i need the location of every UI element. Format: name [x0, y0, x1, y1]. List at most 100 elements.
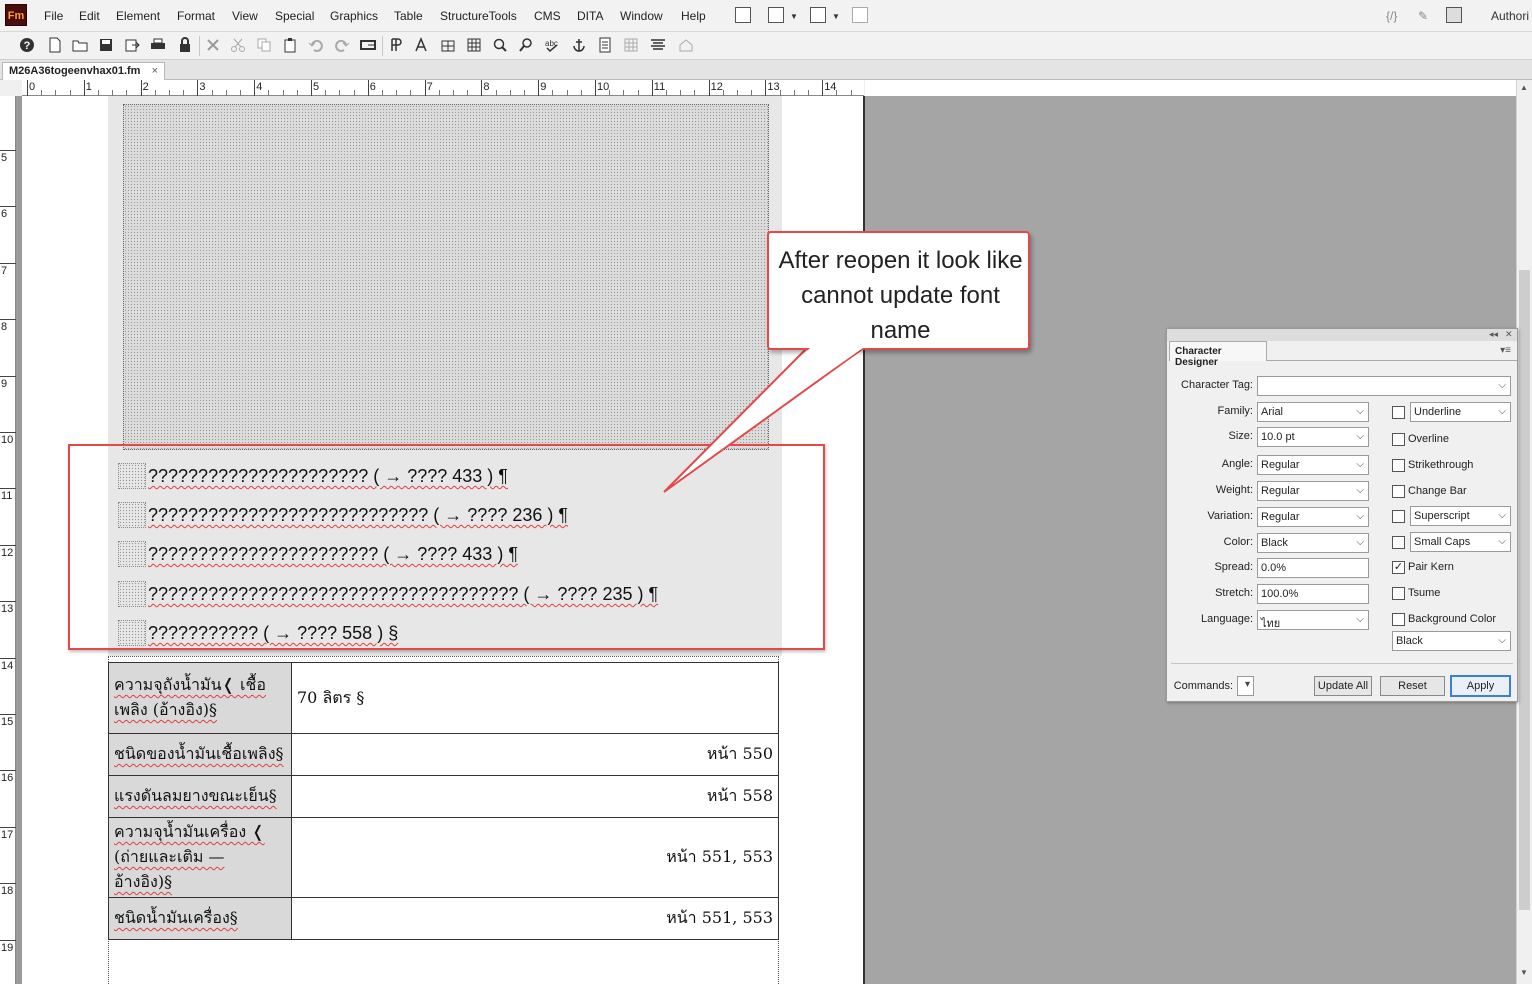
update-all-button[interactable]: Update All: [1314, 676, 1372, 696]
table-cell-label[interactable]: แรงดันลมยางขณะเย็น§: [108, 775, 292, 818]
save-icon[interactable]: [98, 37, 114, 53]
menu-file[interactable]: File: [44, 9, 63, 23]
overline-checkbox[interactable]: [1392, 433, 1405, 446]
commands-dropdown[interactable]: ▾: [1237, 676, 1254, 696]
background-color-select[interactable]: Black ⌵: [1392, 631, 1511, 651]
copy-icon[interactable]: [256, 37, 272, 53]
menu-window[interactable]: Window: [620, 9, 663, 23]
undo-icon[interactable]: [308, 37, 324, 53]
chevron-down-icon[interactable]: ⌵: [1498, 380, 1506, 391]
panel-menu-icon[interactable]: ▾≡: [1500, 345, 1511, 356]
menu-special[interactable]: Special: [275, 9, 314, 23]
paragraph-format-icon[interactable]: [389, 37, 405, 53]
home-icon[interactable]: [678, 37, 694, 53]
scroll-down-icon[interactable]: ▼: [1520, 968, 1528, 977]
redo-last-icon[interactable]: [360, 37, 376, 53]
menu-cms[interactable]: CMS: [534, 9, 561, 23]
table-insert-icon[interactable]: [466, 37, 482, 53]
chevron-down-icon[interactable]: ⌵: [1356, 459, 1364, 470]
anchored-graphic-frame[interactable]: [123, 104, 769, 450]
background-color-checkbox[interactable]: [1392, 613, 1405, 626]
variation-select[interactable]: Regular ⌵: [1257, 507, 1369, 527]
author-view-label[interactable]: Authori: [1491, 9, 1529, 23]
size-select[interactable]: 10.0 pt ⌵: [1257, 427, 1369, 447]
structure-view-icon[interactable]: [852, 7, 868, 23]
spelling-check-icon[interactable]: abc: [544, 37, 560, 53]
pencil-icon[interactable]: ✎: [1418, 9, 1428, 23]
document-tab[interactable]: M26A36togeenvhax01.fm ×: [2, 62, 165, 80]
menu-element[interactable]: Element: [116, 9, 160, 23]
chevron-down-icon[interactable]: ⌵: [1498, 406, 1506, 417]
family-select[interactable]: Arial ⌵: [1257, 402, 1369, 422]
chevron-down-icon[interactable]: ▼: [790, 12, 798, 21]
superscript-checkbox[interactable]: [1392, 510, 1405, 523]
apply-button[interactable]: Apply: [1450, 675, 1511, 697]
chevron-down-icon[interactable]: ▼: [832, 12, 840, 21]
help-icon[interactable]: ?: [19, 37, 35, 53]
character-tag-field[interactable]: ⌵: [1257, 376, 1511, 396]
table-cell-label[interactable]: ความจุถังน้ำมัน❬ เชื้อเพลิง (อ้างอิง)§: [108, 662, 292, 734]
vertical-scrollbar[interactable]: ▲ ▼: [1516, 80, 1532, 984]
small-caps-checkbox[interactable]: [1392, 536, 1405, 549]
table-cell-label[interactable]: ชนิดของน้ำมันเชื้อเพลิง§: [108, 733, 292, 776]
chevron-down-icon[interactable]: ⌵: [1498, 536, 1506, 547]
chevron-down-icon[interactable]: ⌵: [1356, 406, 1364, 417]
character-designer-panel[interactable]: ◂◂ ✕ Character Designer ▾≡ Character Tag…: [1166, 328, 1518, 702]
menu-graphics[interactable]: Graphics: [330, 9, 378, 23]
menu-dita[interactable]: DITA: [577, 9, 603, 23]
language-select[interactable]: ไทย ⌵: [1257, 610, 1369, 630]
chevron-down-icon[interactable]: ⌵: [1356, 511, 1364, 522]
chevron-down-icon[interactable]: ⌵: [1356, 431, 1364, 442]
table-cell-label[interactable]: ชนิดน้ำมันเครื่อง§: [108, 897, 292, 940]
table-row[interactable]: ชนิดน้ำมันเครื่อง§ หน้า 551, 553: [108, 897, 779, 940]
table-row[interactable]: แรงดันลมยางขณะเย็น§ หน้า 558: [108, 775, 779, 818]
screen-mode-icon[interactable]: [810, 7, 826, 23]
cut-icon[interactable]: [230, 37, 246, 53]
change-bar-checkbox[interactable]: [1392, 485, 1405, 498]
table-cell-value[interactable]: หน้า 558: [291, 775, 779, 818]
delete-icon[interactable]: [205, 37, 221, 53]
underline-checkbox[interactable]: [1392, 406, 1405, 419]
table-cell-value[interactable]: หน้า 551, 553: [291, 817, 779, 898]
chevron-down-icon[interactable]: ⌵: [1356, 537, 1364, 548]
superscript-select[interactable]: Superscript ⌵: [1410, 506, 1511, 526]
strikethrough-checkbox[interactable]: [1392, 459, 1405, 472]
weight-select[interactable]: Regular ⌵: [1257, 481, 1369, 501]
table-cell-value[interactable]: 70 ลิตร §: [291, 662, 779, 734]
close-icon[interactable]: ✕: [1505, 329, 1513, 340]
character-format-icon[interactable]: [414, 37, 430, 53]
table-cell-value[interactable]: หน้า 551, 553: [291, 897, 779, 940]
redo-icon[interactable]: [334, 37, 350, 53]
menu-view[interactable]: View: [232, 9, 258, 23]
scrollbar-thumb[interactable]: [1519, 270, 1530, 910]
menu-help[interactable]: Help: [681, 9, 706, 23]
angle-select[interactable]: Regular ⌵: [1257, 455, 1369, 475]
pair-kern-checkbox[interactable]: ✓: [1392, 561, 1405, 574]
close-icon[interactable]: ×: [152, 65, 158, 77]
align-icon[interactable]: [650, 37, 666, 53]
small-caps-select[interactable]: Small Caps ⌵: [1410, 532, 1511, 552]
spec-table[interactable]: ความจุถังน้ำมัน❬ เชื้อเพลิง (อ้างอิง)§ 7…: [108, 662, 779, 940]
search-icon[interactable]: [518, 37, 534, 53]
chevron-down-icon[interactable]: ▾: [1245, 679, 1250, 690]
table-cell-label[interactable]: ความจุน้ำมันเครื่อง ❬ (ถ่ายและเติม — อ้า…: [108, 817, 292, 898]
menu-format[interactable]: Format: [177, 9, 215, 23]
variable-icon[interactable]: [597, 37, 613, 53]
chevron-down-icon[interactable]: ⌵: [1498, 510, 1506, 521]
table-row[interactable]: ความจุน้ำมันเครื่อง ❬ (ถ่ายและเติม — อ้า…: [108, 817, 779, 898]
anchor-icon[interactable]: [571, 37, 587, 53]
menu-edit[interactable]: Edit: [79, 9, 100, 23]
layout-icon[interactable]: [735, 7, 751, 23]
table-row[interactable]: ชนิดของน้ำมันเชื้อเพลิง§ หน้า 550: [108, 733, 779, 776]
new-document-icon[interactable]: [47, 37, 63, 53]
underline-select[interactable]: Underline ⌵: [1410, 402, 1511, 422]
collapse-icon[interactable]: ◂◂: [1489, 329, 1498, 340]
chevron-down-icon[interactable]: ⌵: [1498, 635, 1506, 646]
chevron-down-icon[interactable]: ⌵: [1356, 614, 1364, 625]
scroll-up-icon[interactable]: ▲: [1520, 83, 1528, 92]
lock-icon[interactable]: [177, 37, 193, 53]
table-cell-value[interactable]: หน้า 550: [291, 733, 779, 776]
import-icon[interactable]: [124, 37, 140, 53]
stretch-input[interactable]: 100.0%: [1257, 584, 1369, 604]
color-select[interactable]: Black ⌵: [1257, 533, 1369, 553]
